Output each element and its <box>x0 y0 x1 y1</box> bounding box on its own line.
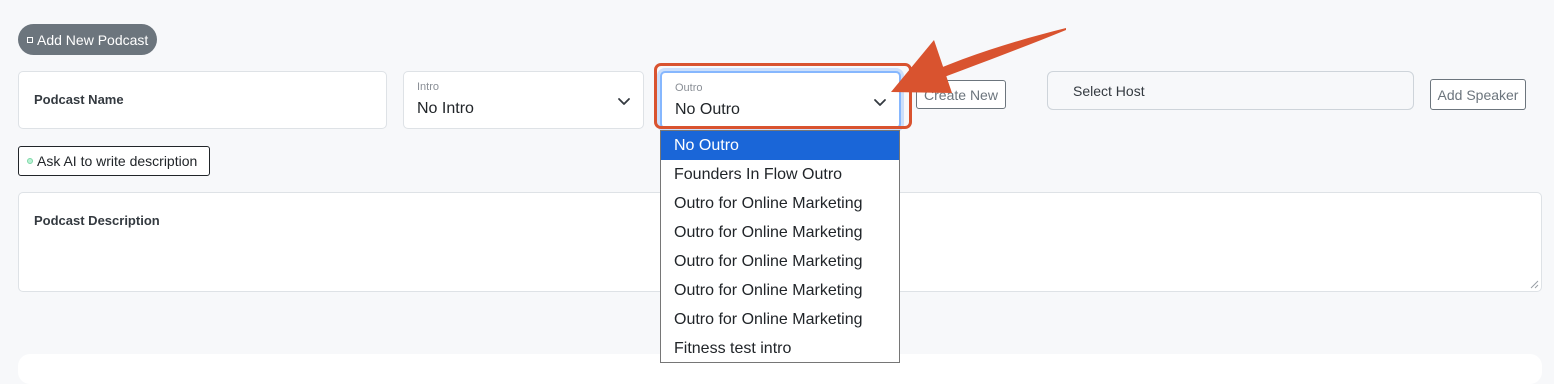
dropdown-option[interactable]: Outro for Online Marketing <box>661 305 899 334</box>
dropdown-option[interactable]: Founders In Flow Outro <box>661 160 899 189</box>
outro-dropdown-list[interactable]: No Outro Founders In Flow Outro Outro for … <box>660 130 900 363</box>
ai-sparkle-icon <box>27 158 33 164</box>
dropdown-option[interactable]: Outro for Online Marketing <box>661 218 899 247</box>
ask-ai-label: Ask AI to write description <box>37 153 198 169</box>
intro-caption: Intro <box>417 81 440 93</box>
resize-grip-icon[interactable] <box>1530 280 1539 289</box>
create-new-button[interactable]: Create New <box>916 80 1006 109</box>
intro-value: No Intro <box>417 100 474 117</box>
add-new-podcast-button[interactable]: Add New Podcast <box>18 24 157 55</box>
dropdown-option[interactable]: Fitness test intro <box>661 334 899 363</box>
square-icon <box>27 36 33 43</box>
highlight-box <box>654 63 912 129</box>
select-host-placeholder: Select Host <box>1073 83 1145 99</box>
dropdown-option[interactable]: Outro for Online Marketing <box>661 189 899 218</box>
dropdown-option[interactable]: Outro for Online Marketing <box>661 247 899 276</box>
add-speaker-button[interactable]: Add Speaker <box>1430 79 1526 110</box>
podcast-description-label: Podcast Description <box>34 213 160 228</box>
dropdown-option[interactable]: Outro for Online Marketing <box>661 276 899 305</box>
chevron-down-icon <box>618 98 630 105</box>
intro-select[interactable]: Intro No Intro <box>403 71 644 129</box>
add-new-podcast-label: Add New Podcast <box>37 31 149 48</box>
dropdown-option[interactable]: No Outro <box>661 131 899 160</box>
select-host-field[interactable]: Select Host <box>1047 71 1414 110</box>
podcast-name-field[interactable]: Podcast Name <box>18 71 387 129</box>
ask-ai-button[interactable]: Ask AI to write description <box>18 146 210 176</box>
podcast-name-label: Podcast Name <box>34 92 124 107</box>
